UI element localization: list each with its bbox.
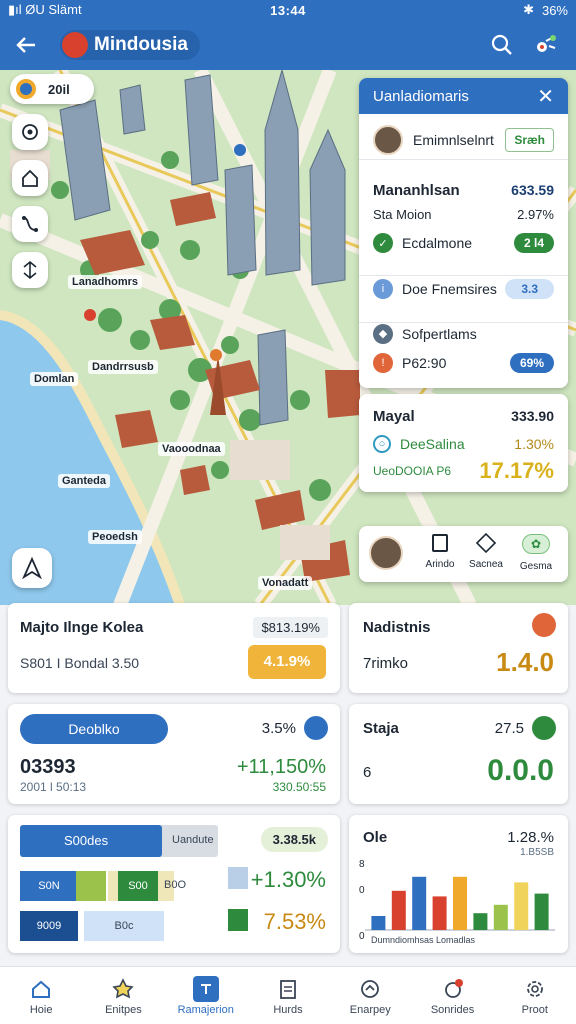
chart-bar: [432, 896, 447, 930]
circle-icon: ○: [373, 435, 391, 453]
stat-card[interactable]: S00des Uandute 3.38.5k S0N D0AD S00 B0O …: [8, 815, 340, 953]
avatar[interactable]: [369, 536, 403, 570]
navigate-icon[interactable]: [12, 548, 52, 588]
chart-bar: [453, 876, 467, 930]
status-time: 13:44: [270, 2, 306, 18]
tab-entries[interactable]: Enitpes: [82, 967, 164, 1024]
page-title: Mindousia: [60, 30, 200, 60]
navigation-icon: [192, 975, 219, 1002]
close-icon[interactable]: ✕: [537, 84, 554, 109]
tab-hurds[interactable]: Hurds: [247, 967, 329, 1024]
warning-icon: !: [373, 353, 393, 373]
quick-actions-panel: Arindo Sacnea ✿ Gesma: [359, 526, 568, 582]
panel-row[interactable]: i Doe Fnemsires 3.3: [359, 275, 568, 301]
location-share-icon[interactable]: [532, 31, 560, 59]
profile-row: Emimnlselnrt Sræh: [359, 120, 568, 160]
traffic-icon[interactable]: [12, 252, 48, 288]
compass-icon: [16, 79, 36, 99]
chart-bar: [493, 904, 508, 930]
search-icon[interactable]: [488, 31, 516, 59]
status-bar: ▮ıl ØU Slämt 13:44 ✱ 36%: [0, 0, 576, 20]
star-icon: [110, 976, 136, 1002]
tab-services[interactable]: Sonrides: [411, 967, 493, 1024]
chart-bar: [534, 893, 549, 930]
map-label: Vaooodnaa: [158, 442, 225, 456]
document-icon: [432, 534, 448, 552]
quick-action[interactable]: ✿ Gesma: [511, 534, 561, 574]
tag-icon: [532, 716, 556, 740]
quick-action[interactable]: Sacnea: [461, 532, 511, 572]
settings-icon: [522, 976, 548, 1002]
tab-profile[interactable]: Proot: [494, 967, 576, 1024]
scale-chip[interactable]: 20il: [10, 74, 94, 104]
info-panel-header: Uanladiomaris ✕: [359, 78, 568, 114]
route-icon[interactable]: [12, 206, 48, 242]
panel-row[interactable]: ! P62:90 69%: [359, 350, 568, 376]
target-icon[interactable]: [12, 114, 48, 150]
home-marker-icon[interactable]: [12, 160, 48, 196]
chat-icon: [440, 976, 466, 1002]
panel-row-sub: Sta Moion 2.97%: [373, 206, 554, 222]
progress-bar: S00des Uandute: [20, 825, 218, 857]
tab-navigation[interactable]: Ramajerion: [165, 967, 247, 1024]
stat-card[interactable]: Majto Ilnge Kolea $813.19% S801 I Bondal…: [8, 603, 340, 693]
map-label: Vonadatt: [258, 576, 313, 590]
stat-card[interactable]: Nadistnis 7rimko 1.4.0: [349, 603, 568, 693]
panel-row-title: Mananhlsan 633.59: [373, 181, 554, 199]
app-bar: Mindousia: [0, 20, 576, 70]
home-icon: [28, 976, 54, 1002]
clipboard-icon: [275, 976, 301, 1002]
percent-badge: 4.1.9%: [248, 645, 326, 679]
info-icon: i: [373, 278, 393, 299]
map-label: Dandrrsusb: [88, 360, 158, 374]
map-label: Peoedsh: [88, 530, 142, 544]
chart-bar: [473, 913, 488, 930]
avatar: [373, 124, 403, 155]
cube-icon: [475, 532, 497, 554]
chart-bar: [514, 882, 529, 930]
map-label: Domlan: [30, 372, 79, 386]
stat-card[interactable]: Staja 27.5 6 0.0.0: [349, 704, 568, 804]
map-label: Ganteda: [58, 474, 111, 488]
tab-energy[interactable]: Enarpey: [329, 967, 411, 1024]
app-root: ▮ıl ØU Slämt 13:44 ✱ 36% Mindousia 20il …: [0, 0, 576, 1024]
leaf-icon: ✿: [522, 534, 550, 554]
bar-chart: [365, 876, 555, 931]
mayal-panel[interactable]: Mayal 333.90 ○ DeeSalina 1.30% UeoDOOIA …: [359, 394, 568, 492]
tag-icon: [304, 716, 328, 740]
explore-icon: [357, 976, 383, 1002]
tab-home[interactable]: Hoie: [0, 967, 82, 1024]
chart-bar: [391, 890, 406, 930]
chart-bar: [412, 876, 427, 930]
panel-row[interactable]: ◆ Sofpertlams: [359, 322, 568, 344]
info-panel: Uanladiomaris ✕ Emimnlselnrt Sræh Mananh…: [359, 78, 568, 388]
badge-icon: [532, 613, 556, 637]
chart-card[interactable]: Ole 1.28.% 1.B5SB 8 0 0 Dumndiomhsas Lom…: [349, 815, 568, 953]
back-arrow-icon[interactable]: [12, 31, 40, 59]
quick-action[interactable]: Arindo: [415, 534, 465, 572]
profile-action-button[interactable]: Sræh: [505, 127, 554, 152]
category-pill[interactable]: Deoblko: [20, 714, 168, 744]
shield-icon: ◆: [373, 323, 393, 344]
stat-card[interactable]: Deoblko 3.5% 03393 2001 l 50:13 +11,150%…: [8, 704, 340, 804]
check-circle-icon: ✓: [373, 233, 393, 253]
bottom-tab-bar: Hoie Enitpes Ramajerion Hurds Enarpey So…: [0, 966, 576, 1024]
panel-row[interactable]: ✓ Ecdalmone 2 l4: [359, 230, 568, 256]
chart-bar: [371, 916, 386, 930]
map-label: Lanadhomrs: [68, 275, 143, 289]
